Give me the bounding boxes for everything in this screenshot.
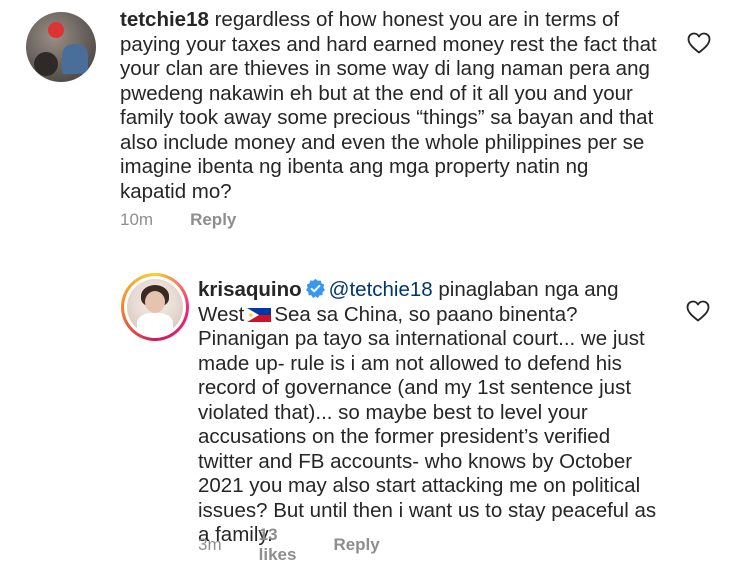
comment-timestamp: 10m xyxy=(120,210,154,229)
comment-text-block: krisaquino @tetchie18 pinaglaban nga ang… xyxy=(198,278,668,548)
comment-meta: 3m 13 likes Reply xyxy=(198,525,417,565)
comment-body-cont: Sea sa China, so paano binenta? Pinaniga… xyxy=(198,302,657,547)
comment-timestamp: 3m xyxy=(198,535,222,554)
comment-username[interactable]: tetchie18 xyxy=(120,8,209,31)
verified-badge-icon xyxy=(305,278,325,298)
comment-meta: 10m Reply xyxy=(120,210,273,230)
heart-icon[interactable] xyxy=(687,32,711,54)
philippines-flag-icon xyxy=(247,307,272,322)
likes-count[interactable]: 13 likes xyxy=(259,525,297,565)
avatar[interactable] xyxy=(127,279,183,335)
reply-button[interactable]: Reply xyxy=(333,535,379,555)
comment-username[interactable]: krisaquino xyxy=(198,278,302,301)
story-ring[interactable] xyxy=(121,273,189,341)
comment-text-block: tetchie18 regardless of how honest you a… xyxy=(120,8,660,204)
mention-link[interactable]: @tetchie18 xyxy=(329,278,433,301)
comment-body: regardless of how honest you are in term… xyxy=(120,8,657,203)
reply-button[interactable]: Reply xyxy=(190,210,236,230)
avatar[interactable] xyxy=(26,12,96,82)
heart-icon[interactable] xyxy=(686,300,710,322)
